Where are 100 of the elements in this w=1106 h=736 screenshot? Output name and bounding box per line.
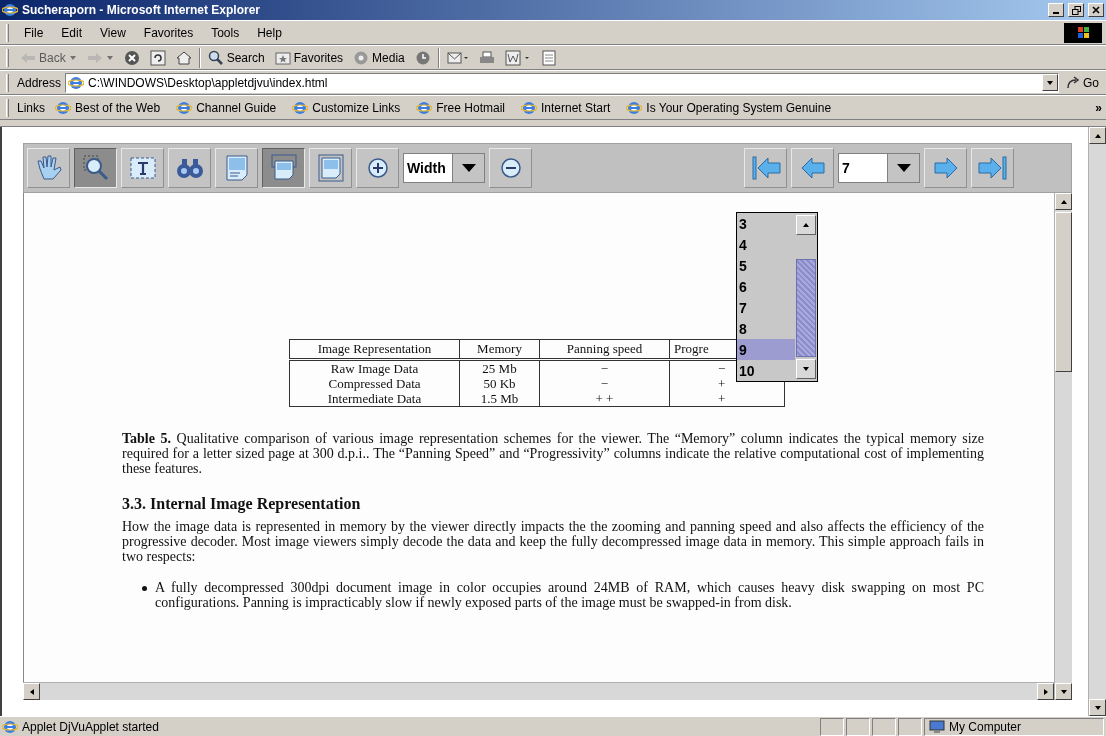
caret-icon xyxy=(461,164,476,172)
first-page-button[interactable] xyxy=(744,148,787,188)
page-combo[interactable]: 7 xyxy=(838,153,920,183)
links-label: Links xyxy=(17,100,45,115)
previous-page-button[interactable] xyxy=(791,148,834,188)
ie-icon xyxy=(416,99,433,116)
horizontal-scrollbar[interactable] xyxy=(23,682,1054,700)
framed-page-icon xyxy=(315,153,346,183)
go-arrow-icon xyxy=(1066,75,1080,90)
up-arrow-icon xyxy=(802,221,810,229)
last-page-button[interactable] xyxy=(971,148,1014,188)
continuous-tool-button[interactable] xyxy=(262,148,305,188)
first-page-icon xyxy=(750,153,781,183)
media-button[interactable]: Media xyxy=(350,47,408,68)
close-icon xyxy=(1092,6,1100,14)
restore-icon xyxy=(1071,5,1081,15)
menu-item[interactable]: View xyxy=(93,23,133,42)
caret-icon xyxy=(68,53,77,62)
menu-item[interactable]: Help xyxy=(250,23,289,42)
menu-item[interactable]: Favorites xyxy=(136,23,201,42)
window-icon xyxy=(2,2,18,18)
home-icon xyxy=(175,49,192,66)
zoom-out-icon xyxy=(499,157,522,179)
hand-tool-button[interactable] xyxy=(27,148,70,188)
favorites-button[interactable]: Favorites xyxy=(271,47,347,68)
ie-icon xyxy=(176,99,193,116)
vertical-scrollbar[interactable] xyxy=(1054,193,1072,700)
status-pane xyxy=(820,717,844,736)
notes-icon xyxy=(540,49,557,66)
menu-item[interactable]: File xyxy=(17,23,51,42)
table-cell: 1.5 Mb xyxy=(459,391,540,407)
status-pane xyxy=(898,717,922,736)
find-tool-button[interactable] xyxy=(168,148,211,188)
single-page-tool-button[interactable] xyxy=(215,148,258,188)
link-button[interactable]: Free Hotmail xyxy=(410,97,511,118)
column-header: Panning speed xyxy=(539,339,670,360)
down-arrow-icon xyxy=(1059,687,1068,696)
restore-button[interactable] xyxy=(1068,3,1084,17)
page-scrollbar[interactable] xyxy=(1088,127,1106,716)
scrollbar-thumb[interactable] xyxy=(796,259,816,357)
menu-item[interactable]: Tools xyxy=(204,23,247,42)
zoom-in-icon xyxy=(366,157,389,179)
zoom-combo[interactable]: Width xyxy=(403,153,485,183)
menu-item[interactable]: Edit xyxy=(54,23,90,42)
link-button[interactable]: Internet Start xyxy=(514,97,617,118)
link-button[interactable]: Best of the Web xyxy=(49,97,167,118)
stop-icon xyxy=(123,49,140,66)
ie-icon xyxy=(55,99,71,116)
table-cell: − xyxy=(539,359,670,376)
caret-icon xyxy=(1046,78,1054,87)
zoom-select-tool-button[interactable] xyxy=(74,148,117,188)
zoom-in-button[interactable] xyxy=(356,148,399,188)
caret-icon xyxy=(896,164,911,172)
page-option[interactable]: 8 xyxy=(737,318,795,339)
zoom-out-button[interactable] xyxy=(489,148,532,188)
windows-logo-icon xyxy=(1064,22,1102,43)
table-cell: + xyxy=(669,391,785,407)
caret-icon xyxy=(105,53,114,62)
column-header: Image Representation xyxy=(289,339,460,360)
page-icon xyxy=(2,718,18,735)
table-cell: − xyxy=(539,376,670,391)
close-button[interactable] xyxy=(1088,3,1104,17)
column-header: Memory xyxy=(459,339,540,360)
link-button[interactable]: Is Your Operating System Genuine xyxy=(620,97,838,118)
table-cell: 50 Kb xyxy=(459,376,540,391)
go-button[interactable]: Go xyxy=(1063,73,1102,92)
ie-icon xyxy=(292,99,309,116)
table-cell: Raw Image Data xyxy=(289,359,460,376)
ie-icon xyxy=(520,99,537,116)
continuous-pages-icon xyxy=(268,153,299,183)
search-icon xyxy=(207,49,224,66)
address-field[interactable]: C:\WINDOWS\Desktop\appletdjvu\index.html xyxy=(65,72,1059,93)
zone-label: My Computer xyxy=(949,719,1022,734)
table-cell: Intermediate Data xyxy=(289,391,460,407)
list-scrollbar[interactable] xyxy=(795,213,817,381)
table-caption: Table 5. Qualitative comparison of various image representation schemes for the viewer. The “Memory” column indicates the typical memory size required for a letter sized page at 300 d.p.i.. The “Panning Speed” and “Progressivity” columns indicate the relative computational cost of implementing these features. xyxy=(122,431,984,476)
media-icon xyxy=(353,49,370,66)
next-page-button[interactable] xyxy=(924,148,967,188)
page-option[interactable]: 5 xyxy=(737,255,795,276)
search-button[interactable]: Search xyxy=(204,47,268,68)
link-button[interactable]: Customize Links xyxy=(286,97,407,118)
refresh-icon xyxy=(149,49,166,66)
last-page-icon xyxy=(977,153,1008,183)
address-dropdown-button[interactable] xyxy=(1042,74,1058,91)
table-cell: 25 Mb xyxy=(459,359,540,376)
page-option[interactable]: 9 xyxy=(737,339,795,360)
address-label: Address xyxy=(17,75,62,90)
link-button[interactable]: Channel Guide xyxy=(170,97,283,118)
page-option[interactable]: 3 xyxy=(737,213,795,234)
text-select-tool-button[interactable] xyxy=(121,148,164,188)
ie-icon xyxy=(626,99,643,116)
more-links-chevron[interactable]: » xyxy=(1095,100,1102,115)
right-arrow-icon xyxy=(1041,687,1050,696)
section-heading: 3.3. Internal Image Representation xyxy=(122,495,362,513)
status-message: Applet DjVuApplet started xyxy=(22,719,159,734)
status-pane xyxy=(872,717,896,736)
page-option[interactable]: 4 xyxy=(737,234,795,255)
page-option[interactable]: 6 xyxy=(737,276,795,297)
page-option[interactable]: 7 xyxy=(737,297,795,318)
minimize-button[interactable] xyxy=(1048,3,1064,17)
